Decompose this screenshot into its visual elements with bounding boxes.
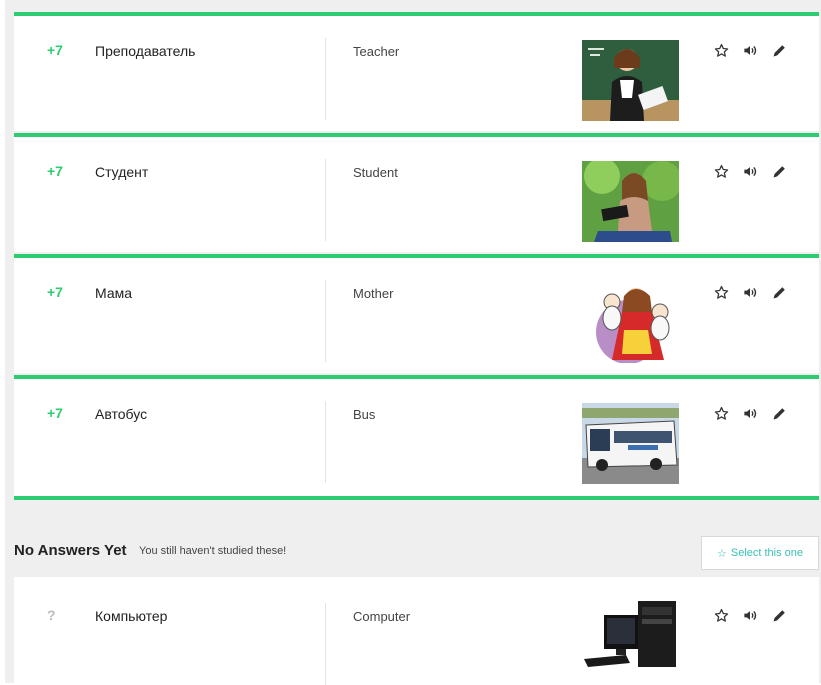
star-outline-icon[interactable] xyxy=(711,40,731,60)
score-badge: +7 xyxy=(47,42,63,58)
word-row: +7 Преподаватель Teacher xyxy=(14,12,819,131)
pencil-icon[interactable] xyxy=(769,282,789,302)
progress-bar xyxy=(14,12,819,16)
section-subtitle: You still haven't studied these! xyxy=(139,545,287,557)
teacher-image xyxy=(582,40,679,121)
star-outline-icon[interactable] xyxy=(711,605,731,625)
row-actions xyxy=(711,403,789,423)
star-outline-icon: ☆ xyxy=(716,547,727,560)
pencil-icon[interactable] xyxy=(769,605,789,625)
score-badge: ? xyxy=(47,607,56,623)
section-title: No Answers Yet xyxy=(14,542,127,559)
select-button-label: Select this one xyxy=(730,547,804,559)
student-image xyxy=(582,161,679,242)
row-actions xyxy=(711,161,789,181)
progress-bar xyxy=(14,254,819,258)
score-badge: +7 xyxy=(47,405,63,421)
pencil-icon[interactable] xyxy=(769,161,789,181)
word-row: +7 Автобус Bus xyxy=(14,375,819,500)
bus-image xyxy=(582,403,679,484)
translation-text: Mother xyxy=(353,286,394,301)
speaker-icon[interactable] xyxy=(740,161,760,181)
mother-image xyxy=(582,282,679,363)
divider xyxy=(325,401,326,483)
translation-text: Teacher xyxy=(353,44,400,59)
star-outline-icon[interactable] xyxy=(711,403,731,423)
word-text: Преподаватель xyxy=(95,43,196,59)
speaker-icon[interactable] xyxy=(740,605,760,625)
no-answers-header: No Answers Yet You still haven't studied… xyxy=(14,536,819,572)
score-badge: +7 xyxy=(47,163,63,179)
progress-bar xyxy=(14,375,819,379)
computer-image xyxy=(582,597,679,673)
pencil-icon[interactable] xyxy=(769,40,789,60)
word-list-panel: +7 Преподаватель Teacher +7 Студент Stud… xyxy=(5,0,821,685)
divider xyxy=(325,38,326,120)
divider xyxy=(325,280,326,362)
pencil-icon[interactable] xyxy=(769,403,789,423)
word-row: +7 Мама Mother xyxy=(14,254,819,373)
word-text: Автобус xyxy=(95,406,148,422)
row-actions xyxy=(711,282,789,302)
select-this-one-button[interactable]: ☆ Select this one xyxy=(701,536,819,570)
divider xyxy=(325,603,326,685)
word-text: Мама xyxy=(95,285,133,301)
row-actions xyxy=(711,605,789,625)
word-row: ? Компьютер Computer xyxy=(14,577,819,685)
row-actions xyxy=(711,40,789,60)
speaker-icon[interactable] xyxy=(740,282,760,302)
score-badge: +7 xyxy=(47,284,63,300)
word-text: Компьютер xyxy=(95,608,168,624)
speaker-icon[interactable] xyxy=(740,40,760,60)
divider xyxy=(325,159,326,241)
translation-text: Bus xyxy=(353,407,376,422)
translation-text: Computer xyxy=(353,609,411,624)
word-text: Студент xyxy=(95,164,149,180)
translation-text: Student xyxy=(353,165,398,180)
star-outline-icon[interactable] xyxy=(711,161,731,181)
progress-bar xyxy=(14,133,819,137)
star-outline-icon[interactable] xyxy=(711,282,731,302)
word-row: +7 Студент Student xyxy=(14,133,819,252)
speaker-icon[interactable] xyxy=(740,403,760,423)
progress-bar-bottom xyxy=(14,496,819,500)
